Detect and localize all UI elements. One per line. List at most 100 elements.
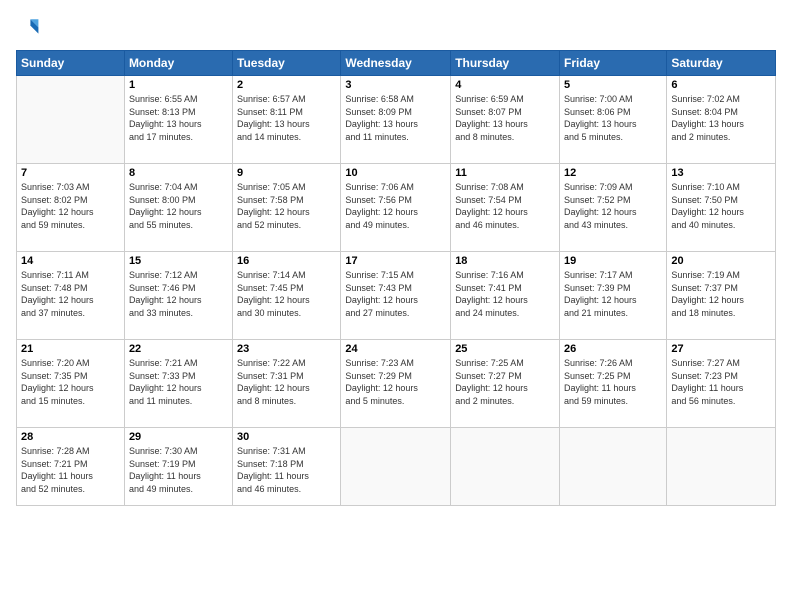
cell-content: Sunrise: 7:22 AMSunset: 7:31 PMDaylight:… bbox=[237, 357, 336, 407]
weekday-header-thursday: Thursday bbox=[451, 51, 560, 76]
calendar-cell: 2 Sunrise: 6:57 AMSunset: 8:11 PMDaylight… bbox=[233, 76, 341, 164]
cell-content: Sunrise: 7:21 AMSunset: 7:33 PMDaylight:… bbox=[129, 357, 228, 407]
calendar-cell: 6 Sunrise: 7:02 AMSunset: 8:04 PMDaylight… bbox=[667, 76, 776, 164]
calendar-cell: 17 Sunrise: 7:15 AMSunset: 7:43 PMDayligh… bbox=[341, 252, 451, 340]
day-number: 15 bbox=[129, 255, 228, 267]
day-number: 12 bbox=[564, 167, 662, 179]
day-number: 14 bbox=[21, 255, 120, 267]
calendar-cell: 19Sunrise: 7:17 AMSunset: 7:39 PMDayligh… bbox=[560, 252, 667, 340]
cell-content: Sunrise: 7:02 AMSunset: 8:04 PMDaylight:… bbox=[671, 93, 771, 143]
day-number: 2 bbox=[237, 79, 336, 91]
cell-content: Sunrise: 7:20 AMSunset: 7:35 PMDaylight:… bbox=[21, 357, 120, 407]
day-number: 23 bbox=[237, 343, 336, 355]
calendar-cell: 18 Sunrise: 7:16 AMSunset: 7:41 PMDayligh… bbox=[451, 252, 560, 340]
cell-content: Sunrise: 7:05 AMSunset: 7:58 PMDaylight:… bbox=[237, 181, 336, 231]
cell-content: Sunrise: 7:00 AMSunset: 8:06 PMDaylight:… bbox=[564, 93, 662, 143]
day-number: 24 bbox=[345, 343, 446, 355]
calendar-cell: 14 Sunrise: 7:11 AMSunset: 7:48 PMDayligh… bbox=[17, 252, 125, 340]
day-number: 13 bbox=[671, 167, 771, 179]
calendar-cell bbox=[341, 428, 451, 506]
day-number: 25 bbox=[455, 343, 555, 355]
calendar-cell: 28 Sunrise: 7:28 AMSunset: 7:21 PMDayligh… bbox=[17, 428, 125, 506]
calendar-cell: 10 Sunrise: 7:06 AMSunset: 7:56 PMDayligh… bbox=[341, 164, 451, 252]
calendar-cell: 21 Sunrise: 7:20 AMSunset: 7:35 PMDayligh… bbox=[17, 340, 125, 428]
calendar-week-row: 1Sunrise: 6:55 AMSunset: 8:13 PMDaylight… bbox=[17, 76, 776, 164]
weekday-header-sunday: Sunday bbox=[17, 51, 125, 76]
cell-content: Sunrise: 7:25 AMSunset: 7:27 PMDaylight:… bbox=[455, 357, 555, 407]
calendar-cell: 26 Sunrise: 7:26 AMSunset: 7:25 PMDayligh… bbox=[560, 340, 667, 428]
day-number: 28 bbox=[21, 431, 120, 443]
calendar-cell: 22 Sunrise: 7:21 AMSunset: 7:33 PMDayligh… bbox=[124, 340, 232, 428]
calendar-cell: 23 Sunrise: 7:22 AMSunset: 7:31 PMDayligh… bbox=[233, 340, 341, 428]
calendar-cell bbox=[560, 428, 667, 506]
calendar-cell: 16Sunrise: 7:14 AMSunset: 7:45 PMDayligh… bbox=[233, 252, 341, 340]
weekday-header-monday: Monday bbox=[124, 51, 232, 76]
weekday-header-row: SundayMondayTuesdayWednesdayThursdayFrid… bbox=[17, 51, 776, 76]
calendar-cell: 9 Sunrise: 7:05 AMSunset: 7:58 PMDaylight… bbox=[233, 164, 341, 252]
day-number: 6 bbox=[671, 79, 771, 91]
weekday-header-tuesday: Tuesday bbox=[233, 51, 341, 76]
cell-content: Sunrise: 7:28 AMSunset: 7:21 PMDaylight:… bbox=[21, 445, 120, 495]
calendar-cell: 11 Sunrise: 7:08 AMSunset: 7:54 PMDayligh… bbox=[451, 164, 560, 252]
calendar-cell: 8 Sunrise: 7:04 AMSunset: 8:00 PMDaylight… bbox=[124, 164, 232, 252]
logo bbox=[16, 16, 44, 40]
day-number: 16 bbox=[237, 255, 336, 267]
calendar-cell: 7 Sunrise: 7:03 AMSunset: 8:02 PMDaylight… bbox=[17, 164, 125, 252]
calendar-cell bbox=[667, 428, 776, 506]
cell-content: Sunrise: 7:08 AMSunset: 7:54 PMDaylight:… bbox=[455, 181, 555, 231]
cell-content: Sunrise: 7:04 AMSunset: 8:00 PMDaylight:… bbox=[129, 181, 228, 231]
day-number: 4 bbox=[455, 79, 555, 91]
calendar-cell: 4 Sunrise: 6:59 AMSunset: 8:07 PMDaylight… bbox=[451, 76, 560, 164]
weekday-header-friday: Friday bbox=[560, 51, 667, 76]
calendar-week-row: 21 Sunrise: 7:20 AMSunset: 7:35 PMDayligh… bbox=[17, 340, 776, 428]
calendar-table: SundayMondayTuesdayWednesdayThursdayFrid… bbox=[16, 50, 776, 506]
day-number: 9 bbox=[237, 167, 336, 179]
cell-content: Sunrise: 7:16 AMSunset: 7:41 PMDaylight:… bbox=[455, 269, 555, 319]
calendar-cell: 20Sunrise: 7:19 AMSunset: 7:37 PMDayligh… bbox=[667, 252, 776, 340]
cell-content: Sunrise: 7:09 AMSunset: 7:52 PMDaylight:… bbox=[564, 181, 662, 231]
calendar-cell: 5Sunrise: 7:00 AMSunset: 8:06 PMDaylight… bbox=[560, 76, 667, 164]
cell-content: Sunrise: 7:23 AMSunset: 7:29 PMDaylight:… bbox=[345, 357, 446, 407]
logo-icon bbox=[16, 16, 40, 40]
day-number: 21 bbox=[21, 343, 120, 355]
calendar-cell bbox=[451, 428, 560, 506]
cell-content: Sunrise: 7:17 AMSunset: 7:39 PMDaylight:… bbox=[564, 269, 662, 319]
day-number: 18 bbox=[455, 255, 555, 267]
calendar-cell bbox=[17, 76, 125, 164]
cell-content: Sunrise: 7:27 AMSunset: 7:23 PMDaylight:… bbox=[671, 357, 771, 407]
day-number: 11 bbox=[455, 167, 555, 179]
calendar-cell: 25 Sunrise: 7:25 AMSunset: 7:27 PMDayligh… bbox=[451, 340, 560, 428]
calendar-cell: 12 Sunrise: 7:09 AMSunset: 7:52 PMDayligh… bbox=[560, 164, 667, 252]
cell-content: Sunrise: 7:15 AMSunset: 7:43 PMDaylight:… bbox=[345, 269, 446, 319]
day-number: 7 bbox=[21, 167, 120, 179]
cell-content: Sunrise: 6:57 AMSunset: 8:11 PMDaylight:… bbox=[237, 93, 336, 143]
day-number: 10 bbox=[345, 167, 446, 179]
cell-content: Sunrise: 7:03 AMSunset: 8:02 PMDaylight:… bbox=[21, 181, 120, 231]
cell-content: Sunrise: 6:58 AMSunset: 8:09 PMDaylight:… bbox=[345, 93, 446, 143]
calendar-cell: 30Sunrise: 7:31 AMSunset: 7:18 PMDayligh… bbox=[233, 428, 341, 506]
cell-content: Sunrise: 6:59 AMSunset: 8:07 PMDaylight:… bbox=[455, 93, 555, 143]
calendar-cell: 13Sunrise: 7:10 AMSunset: 7:50 PMDayligh… bbox=[667, 164, 776, 252]
cell-content: Sunrise: 7:26 AMSunset: 7:25 PMDaylight:… bbox=[564, 357, 662, 407]
cell-content: Sunrise: 7:11 AMSunset: 7:48 PMDaylight:… bbox=[21, 269, 120, 319]
day-number: 8 bbox=[129, 167, 228, 179]
calendar-cell: 24 Sunrise: 7:23 AMSunset: 7:29 PMDayligh… bbox=[341, 340, 451, 428]
page-header bbox=[16, 16, 776, 40]
calendar-cell: 3 Sunrise: 6:58 AMSunset: 8:09 PMDaylight… bbox=[341, 76, 451, 164]
day-number: 1 bbox=[129, 79, 228, 91]
day-number: 22 bbox=[129, 343, 228, 355]
calendar-cell: 1Sunrise: 6:55 AMSunset: 8:13 PMDaylight… bbox=[124, 76, 232, 164]
cell-content: Sunrise: 7:31 AMSunset: 7:18 PMDaylight:… bbox=[237, 445, 336, 495]
weekday-header-wednesday: Wednesday bbox=[341, 51, 451, 76]
day-number: 26 bbox=[564, 343, 662, 355]
day-number: 3 bbox=[345, 79, 446, 91]
calendar-cell: 27 Sunrise: 7:27 AMSunset: 7:23 PMDayligh… bbox=[667, 340, 776, 428]
day-number: 29 bbox=[129, 431, 228, 443]
calendar-week-row: 7 Sunrise: 7:03 AMSunset: 8:02 PMDaylight… bbox=[17, 164, 776, 252]
cell-content: Sunrise: 7:30 AMSunset: 7:19 PMDaylight:… bbox=[129, 445, 228, 495]
calendar-cell: 15 Sunrise: 7:12 AMSunset: 7:46 PMDayligh… bbox=[124, 252, 232, 340]
day-number: 17 bbox=[345, 255, 446, 267]
cell-content: Sunrise: 7:12 AMSunset: 7:46 PMDaylight:… bbox=[129, 269, 228, 319]
day-number: 27 bbox=[671, 343, 771, 355]
cell-content: Sunrise: 7:06 AMSunset: 7:56 PMDaylight:… bbox=[345, 181, 446, 231]
